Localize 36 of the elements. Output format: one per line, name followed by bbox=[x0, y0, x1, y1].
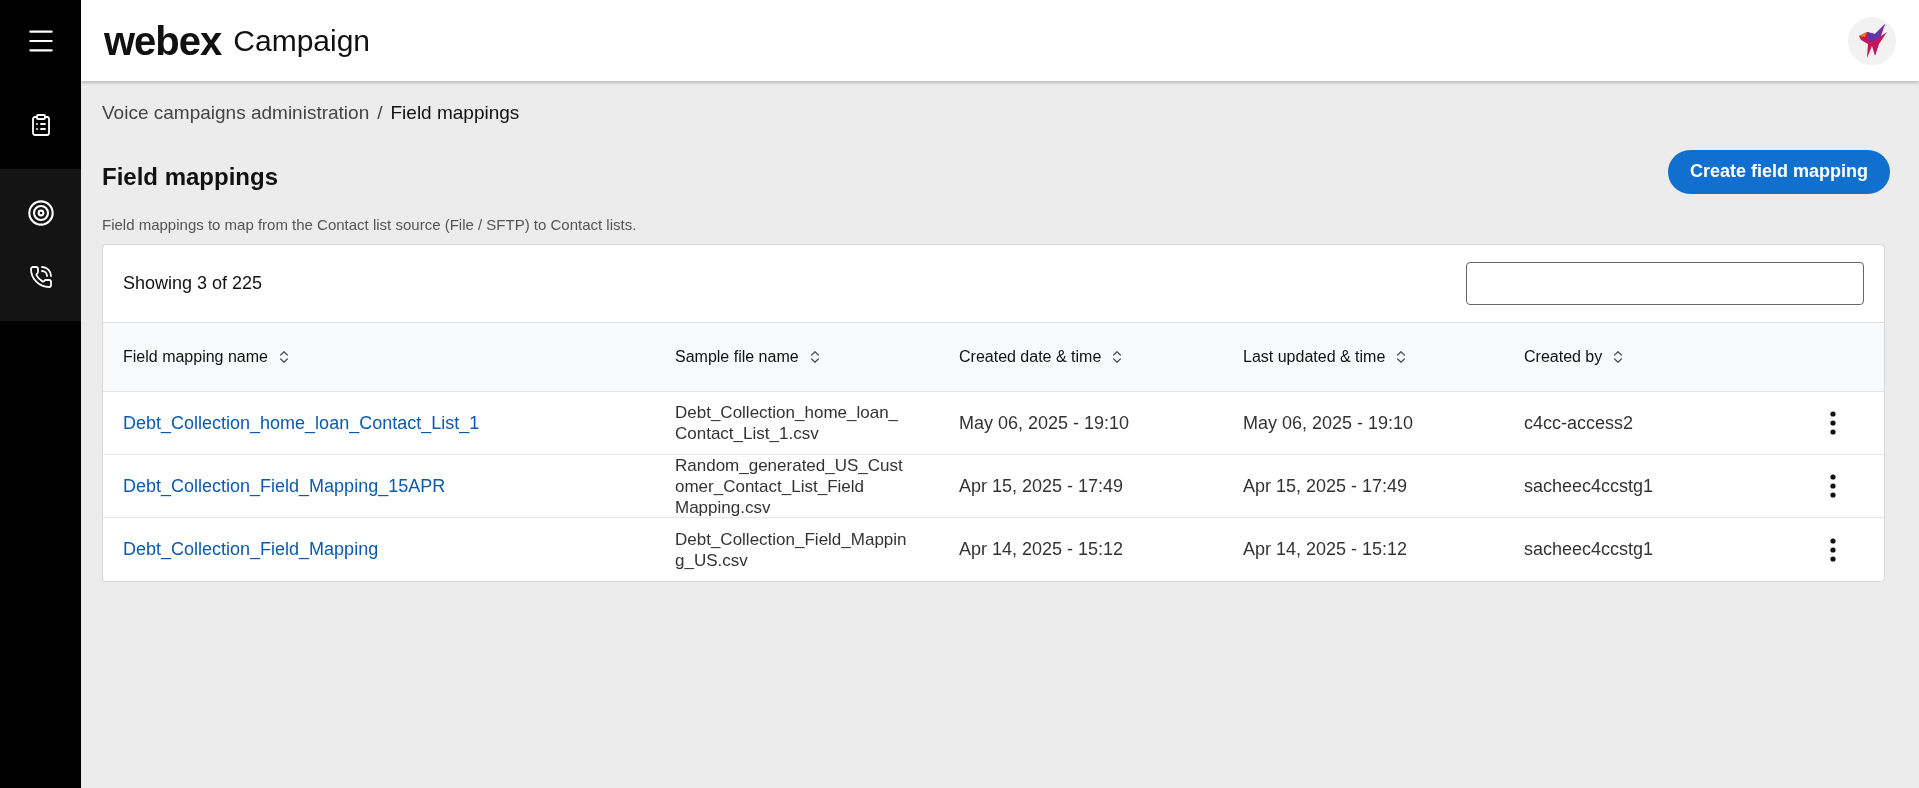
avatar[interactable] bbox=[1848, 16, 1896, 65]
mapping-name-link[interactable]: Debt_Collection_home_loan_Contact_List_1 bbox=[123, 409, 675, 437]
page-description: Field mappings to map from the Contact list source (File / SFTP) to Contact lists. bbox=[102, 214, 638, 235]
search-field[interactable] bbox=[1466, 262, 1864, 305]
more-icon bbox=[1830, 474, 1836, 498]
table-cell-text: Apr 14, 2025 - 15:12 bbox=[959, 538, 1125, 561]
breadcrumb-current: Field mappings bbox=[390, 101, 520, 125]
column-header[interactable]: Sample file name bbox=[675, 345, 959, 369]
target-icon bbox=[26, 199, 55, 227]
table-cell-text: sacheec4ccstg1 bbox=[1524, 538, 1655, 561]
table-cell-text: May 06, 2025 - 19:10 bbox=[959, 411, 1131, 435]
column-header[interactable]: Created date & time bbox=[959, 345, 1243, 369]
table-cell-text: Apr 14, 2025 - 15:12 bbox=[1243, 538, 1409, 561]
table-cell-text: Debt_Collection_Field_Mappin g_US.csv bbox=[675, 528, 908, 571]
table-cell-text: May 06, 2025 - 19:10 bbox=[1243, 411, 1415, 435]
breadcrumb-separator: / bbox=[377, 101, 383, 125]
table-cell-text: c4cc-access2 bbox=[1524, 411, 1635, 435]
table-cell-text: Random_generated_US_Cust omer_Contact_List_Field Mapping.csv bbox=[675, 454, 904, 518]
more-icon bbox=[1830, 537, 1836, 562]
table-cell-text: Debt_Collection_home_loan_ Contact_List_1.csv bbox=[675, 402, 900, 444]
mapping-name-link[interactable]: Debt_Collection_Field_Mapping bbox=[123, 536, 675, 563]
column-header[interactable]: Last updated & time bbox=[1243, 345, 1524, 369]
breadcrumb-link[interactable]: Voice campaigns administration bbox=[102, 99, 370, 128]
table-cell-text: Apr 15, 2025 - 17:49 bbox=[959, 474, 1125, 498]
more-icon bbox=[1830, 411, 1836, 435]
column-header[interactable]: Field mapping name bbox=[123, 345, 675, 369]
table-cell-text: Apr 15, 2025 - 17:49 bbox=[1243, 474, 1409, 498]
product-name: Campaign bbox=[233, 25, 371, 56]
create-field-mapping-button[interactable]: Create field mapping bbox=[1667, 149, 1890, 194]
phone-icon bbox=[28, 265, 53, 289]
page-title: Field mappings bbox=[102, 161, 278, 192]
brand-logo: webex bbox=[104, 20, 222, 61]
mapping-name-link[interactable]: Debt_Collection_Field_Mapping_15APR bbox=[123, 472, 675, 500]
column-header[interactable]: Created by bbox=[1524, 345, 1812, 369]
table-cell-text: sacheec4ccstg1 bbox=[1524, 474, 1655, 498]
result-count: Showing 3 of 225 bbox=[123, 272, 263, 295]
